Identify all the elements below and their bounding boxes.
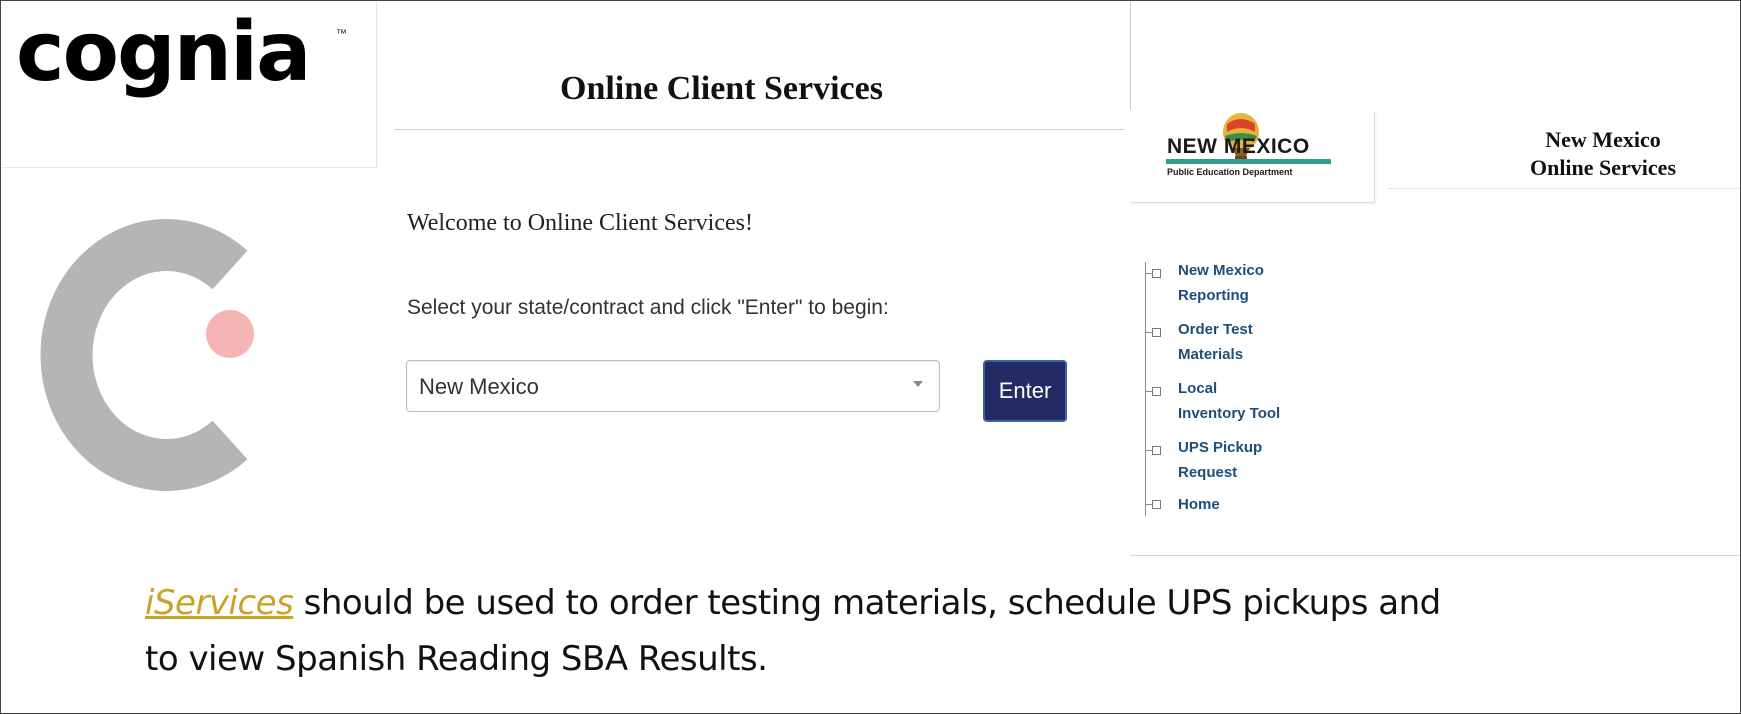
cognia-c-mark-icon <box>40 219 254 491</box>
menu-label[interactable]: New Mexico <box>1178 258 1264 283</box>
menu-label[interactable]: UPS Pickup <box>1178 435 1262 460</box>
caption-line1-text: should be used to order testing material… <box>293 583 1442 623</box>
menu-label[interactable]: Local <box>1178 376 1217 401</box>
page-title: Online Client Services <box>560 70 883 107</box>
menu-label[interactable]: Request <box>1178 460 1237 485</box>
title-divider <box>394 129 1124 130</box>
nm-logo-bar <box>1166 159 1331 164</box>
nm-title-line1: New Mexico <box>1545 127 1661 152</box>
tree-node-icon <box>1152 500 1161 509</box>
tree-trunk <box>1145 262 1146 516</box>
trademark-symbol: ™ <box>336 28 347 40</box>
state-contract-select[interactable]: New Mexico <box>406 360 940 412</box>
welcome-text: Welcome to Online Client Services! <box>407 210 753 236</box>
nm-logo-subtitle: Public Education Department <box>1167 167 1293 177</box>
tree-node-icon <box>1152 269 1161 278</box>
nm-panel-title: New Mexico Online Services <box>1478 126 1728 182</box>
enter-button[interactable]: Enter <box>983 360 1067 422</box>
nm-logo-text: NEW MEXICO <box>1167 135 1310 158</box>
nm-title-line2: Online Services <box>1529 155 1677 180</box>
menu-label[interactable]: Reporting <box>1178 283 1249 308</box>
caption-text: iServices should be used to order testin… <box>145 575 1705 687</box>
select-prompt-text: Select your state/contract and click "En… <box>407 296 889 319</box>
nm-title-divider <box>1388 188 1739 189</box>
menu-label[interactable]: Home <box>1178 492 1220 517</box>
caption-line1: iServices should be used to order testin… <box>145 575 1705 631</box>
state-select-value: New Mexico <box>419 374 539 399</box>
caption-line2: to view Spanish Reading SBA Results. <box>145 639 768 679</box>
menu-label[interactable]: Order Test <box>1178 317 1253 342</box>
tree-node-icon <box>1152 328 1161 337</box>
tree-node-icon <box>1152 446 1161 455</box>
cognia-logo[interactable]: cognia <box>16 12 311 94</box>
menu-label[interactable]: Inventory Tool <box>1178 401 1280 426</box>
iservices-link[interactable]: iServices <box>145 583 294 623</box>
menu-label[interactable]: Materials <box>1178 342 1243 367</box>
chevron-down-icon <box>913 381 923 387</box>
tree-node-icon <box>1152 387 1161 396</box>
panel-divider <box>1130 2 1131 110</box>
panel-bottom-border <box>1130 555 1739 556</box>
